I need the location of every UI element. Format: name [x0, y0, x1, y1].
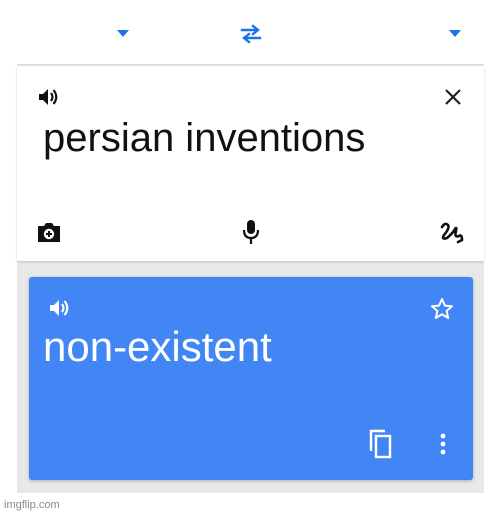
more-options-button[interactable]	[431, 430, 455, 458]
camera-button[interactable]	[35, 219, 63, 245]
microphone-icon	[242, 220, 260, 244]
copy-button[interactable]	[367, 428, 395, 460]
source-text[interactable]: persian inventions	[43, 116, 365, 161]
handwriting-icon	[440, 222, 464, 244]
clear-button[interactable]	[441, 85, 465, 109]
close-icon	[445, 89, 461, 105]
copy-icon	[369, 429, 392, 459]
favorite-button[interactable]	[428, 295, 456, 323]
target-language-dropdown[interactable]	[443, 22, 467, 46]
translation-text: non-existent	[43, 323, 272, 370]
watermark: imgflip.com	[4, 499, 60, 511]
star-icon	[431, 298, 453, 319]
listen-source-button[interactable]	[36, 85, 60, 109]
more-vert-icon	[440, 433, 446, 455]
translation-card: non-existent	[29, 277, 473, 480]
voice-input-button[interactable]	[238, 218, 264, 246]
swap-languages-button[interactable]	[238, 22, 264, 46]
chevron-down-icon	[449, 30, 461, 37]
source-input-card: persian inventions	[17, 66, 484, 261]
speaker-icon	[39, 89, 58, 105]
speaker-icon	[50, 300, 69, 316]
language-bar	[17, 0, 484, 65]
swap-icon	[240, 24, 262, 44]
source-language-dropdown[interactable]	[111, 22, 135, 46]
camera-icon	[38, 223, 60, 242]
handwriting-button[interactable]	[438, 218, 466, 246]
listen-translation-button[interactable]	[47, 297, 71, 319]
chevron-down-icon	[117, 30, 129, 37]
